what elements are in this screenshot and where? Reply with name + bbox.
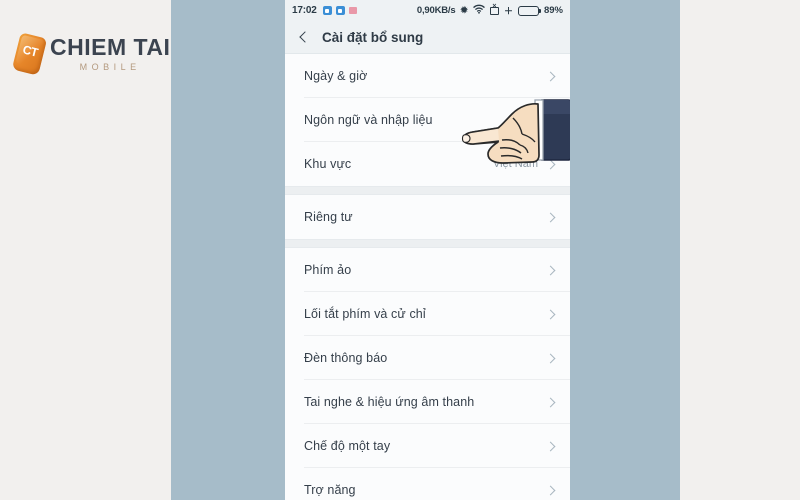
settings-row-label: Riêng tư [304,210,353,224]
app-notification-icon [322,6,332,15]
settings-section: Phím ảo Lối tắt phím và cử chỉ Đèn thông b… [285,248,570,500]
chevron-right-icon [546,115,556,125]
settings-row[interactable]: Đèn thông báo [285,336,570,380]
screenshot-stage: CT CHIEM TAI MOBILE 17:02 0,90KB/s ✹ × ＋… [0,0,800,500]
chevron-left-icon[interactable] [297,31,310,44]
charging-icon: ＋ [503,6,513,16]
settings-row-label: Phím ảo [304,263,352,277]
chevron-right-icon [546,159,556,169]
chevron-right-icon [546,212,556,222]
settings-row[interactable]: Khu vực Việt Nam [285,142,570,186]
settings-row-label: Tai nghe & hiệu ứng âm thanh [304,395,475,409]
settings-row[interactable]: Chế độ một tay [285,424,570,468]
settings-row[interactable]: Ngôn ngữ và nhập liệu [285,98,570,142]
settings-row-label: Ngày & giờ [304,69,368,83]
settings-row-label: Ngôn ngữ và nhập liệu [304,113,433,127]
section-divider [285,186,570,195]
chevron-right-icon [546,265,556,275]
status-system-icons: 0,90KB/s ✹ ＋ 89% [416,3,563,17]
settings-row[interactable]: Ngày & giờ [285,54,570,98]
status-bar: 17:02 0,90KB/s ✹ ＋ [285,0,570,21]
bluetooth-icon: ✹ [460,5,468,15]
settings-row[interactable]: Trợ năng [285,468,570,500]
message-notification-icon [348,7,357,14]
chevron-right-icon [546,309,556,319]
app-notification-icon [335,6,345,15]
settings-row-label: Chế độ một tay [304,439,391,453]
battery-icon [517,5,542,16]
settings-row[interactable]: Lối tắt phím và cử chỉ [285,292,570,336]
settings-row-label: Khu vực [304,157,352,171]
settings-row-label: Đèn thông báo [304,351,388,365]
watermark-logo: CT CHIEM TAI MOBILE [11,28,176,80]
chevron-right-icon [546,71,556,81]
status-notification-icons [322,6,357,15]
chiem-tai-phone-icon: CT [11,32,48,76]
battery-percent-label: 89% [543,5,563,16]
wifi-icon [473,4,485,17]
settings-section: Riêng tư [285,195,570,239]
settings-row-value: Việt Nam [492,158,538,170]
watermark-subtitle: MOBILE [79,62,141,72]
chevron-right-icon [546,353,556,363]
app-title-bar: Cài đặt bổ sung [285,21,570,54]
network-speed-label: 0,90KB/s [416,5,456,16]
status-clock: 17:02 [292,5,317,16]
settings-row[interactable]: Riêng tư [285,195,570,239]
chevron-right-icon [546,397,556,407]
settings-row[interactable]: Phím ảo [285,248,570,292]
settings-row-label: Trợ năng [304,483,356,497]
section-divider [285,239,570,248]
chevron-right-icon [546,485,556,495]
phone-screen: 17:02 0,90KB/s ✹ ＋ [285,0,570,500]
no-sim-icon [489,3,499,15]
settings-row-label: Lối tắt phím và cử chỉ [304,307,426,321]
page-title: Cài đặt bổ sung [322,29,424,45]
settings-row[interactable]: Tai nghe & hiệu ứng âm thanh [285,380,570,424]
settings-section: Ngày & giờ Ngôn ngữ và nhập liệu Khu vực Vi… [285,54,570,186]
chevron-right-icon [546,441,556,451]
settings-list: Ngày & giờ Ngôn ngữ và nhập liệu Khu vực Vi… [285,54,570,500]
watermark-title: CHIEM TAI [50,34,171,60]
